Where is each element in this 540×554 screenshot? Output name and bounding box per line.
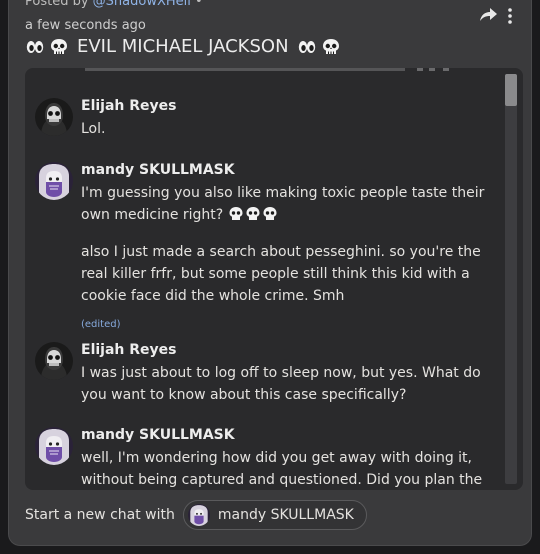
avatar[interactable] bbox=[35, 342, 73, 380]
chip-name: mandy SKULLMASK bbox=[217, 507, 354, 523]
more-options-icon[interactable] bbox=[505, 6, 515, 26]
post-panel: Posted by @ShadowXHell • a few seconds a… bbox=[8, 0, 532, 546]
avatar[interactable] bbox=[35, 98, 73, 136]
post-title: EVIL MICHAEL JACKSON bbox=[25, 36, 341, 57]
avatar bbox=[187, 504, 210, 526]
new-chat-bar: Start a new chat with mandy SKULLMASK bbox=[25, 500, 367, 530]
post-timestamp: a few seconds ago bbox=[25, 18, 146, 33]
edited-label: (edited) bbox=[81, 319, 121, 330]
avatar[interactable] bbox=[35, 162, 73, 200]
chat-transcript[interactable]: Elijah Reyes Lol. mandy SKULLMASK I'm gu… bbox=[25, 68, 523, 490]
message-text: Lol. bbox=[81, 121, 106, 137]
share-arrow-icon[interactable] bbox=[477, 4, 499, 26]
start-chat-button[interactable]: mandy SKULLMASK bbox=[182, 500, 367, 530]
clipped-text-remnant bbox=[25, 68, 523, 76]
skull-icon bbox=[321, 37, 341, 57]
skull-icon bbox=[228, 206, 278, 229]
sender-name[interactable]: mandy SKULLMASK bbox=[81, 427, 235, 443]
sender-name[interactable]: Elijah Reyes bbox=[81, 342, 176, 358]
new-chat-label: Start a new chat with bbox=[25, 507, 175, 523]
scrollbar-thumb[interactable] bbox=[505, 74, 517, 106]
post-title-text: EVIL MICHAEL JACKSON bbox=[77, 36, 289, 57]
separator-dot: • bbox=[195, 0, 203, 9]
avatar[interactable] bbox=[35, 427, 73, 465]
message-text: I was just about to log off to sleep now… bbox=[81, 365, 481, 403]
posted-prefix: Posted by bbox=[25, 0, 89, 9]
message-text: well, I'm wondering how did you get away… bbox=[81, 450, 483, 488]
sender-name[interactable]: Elijah Reyes bbox=[81, 98, 176, 114]
message-text: I'm guessing you also like making toxic … bbox=[81, 185, 485, 304]
sender-name[interactable]: mandy SKULLMASK bbox=[81, 162, 235, 178]
skull-icon bbox=[49, 37, 69, 57]
chat-scrollbar[interactable] bbox=[505, 74, 517, 484]
author-link[interactable]: @ShadowXHell bbox=[93, 0, 191, 9]
posted-by-line: Posted by @ShadowXHell • bbox=[25, 0, 203, 9]
message-body: I'm guessing you also like making toxic … bbox=[81, 185, 485, 223]
eyes-icon bbox=[297, 37, 317, 57]
eyes-icon bbox=[25, 37, 45, 57]
